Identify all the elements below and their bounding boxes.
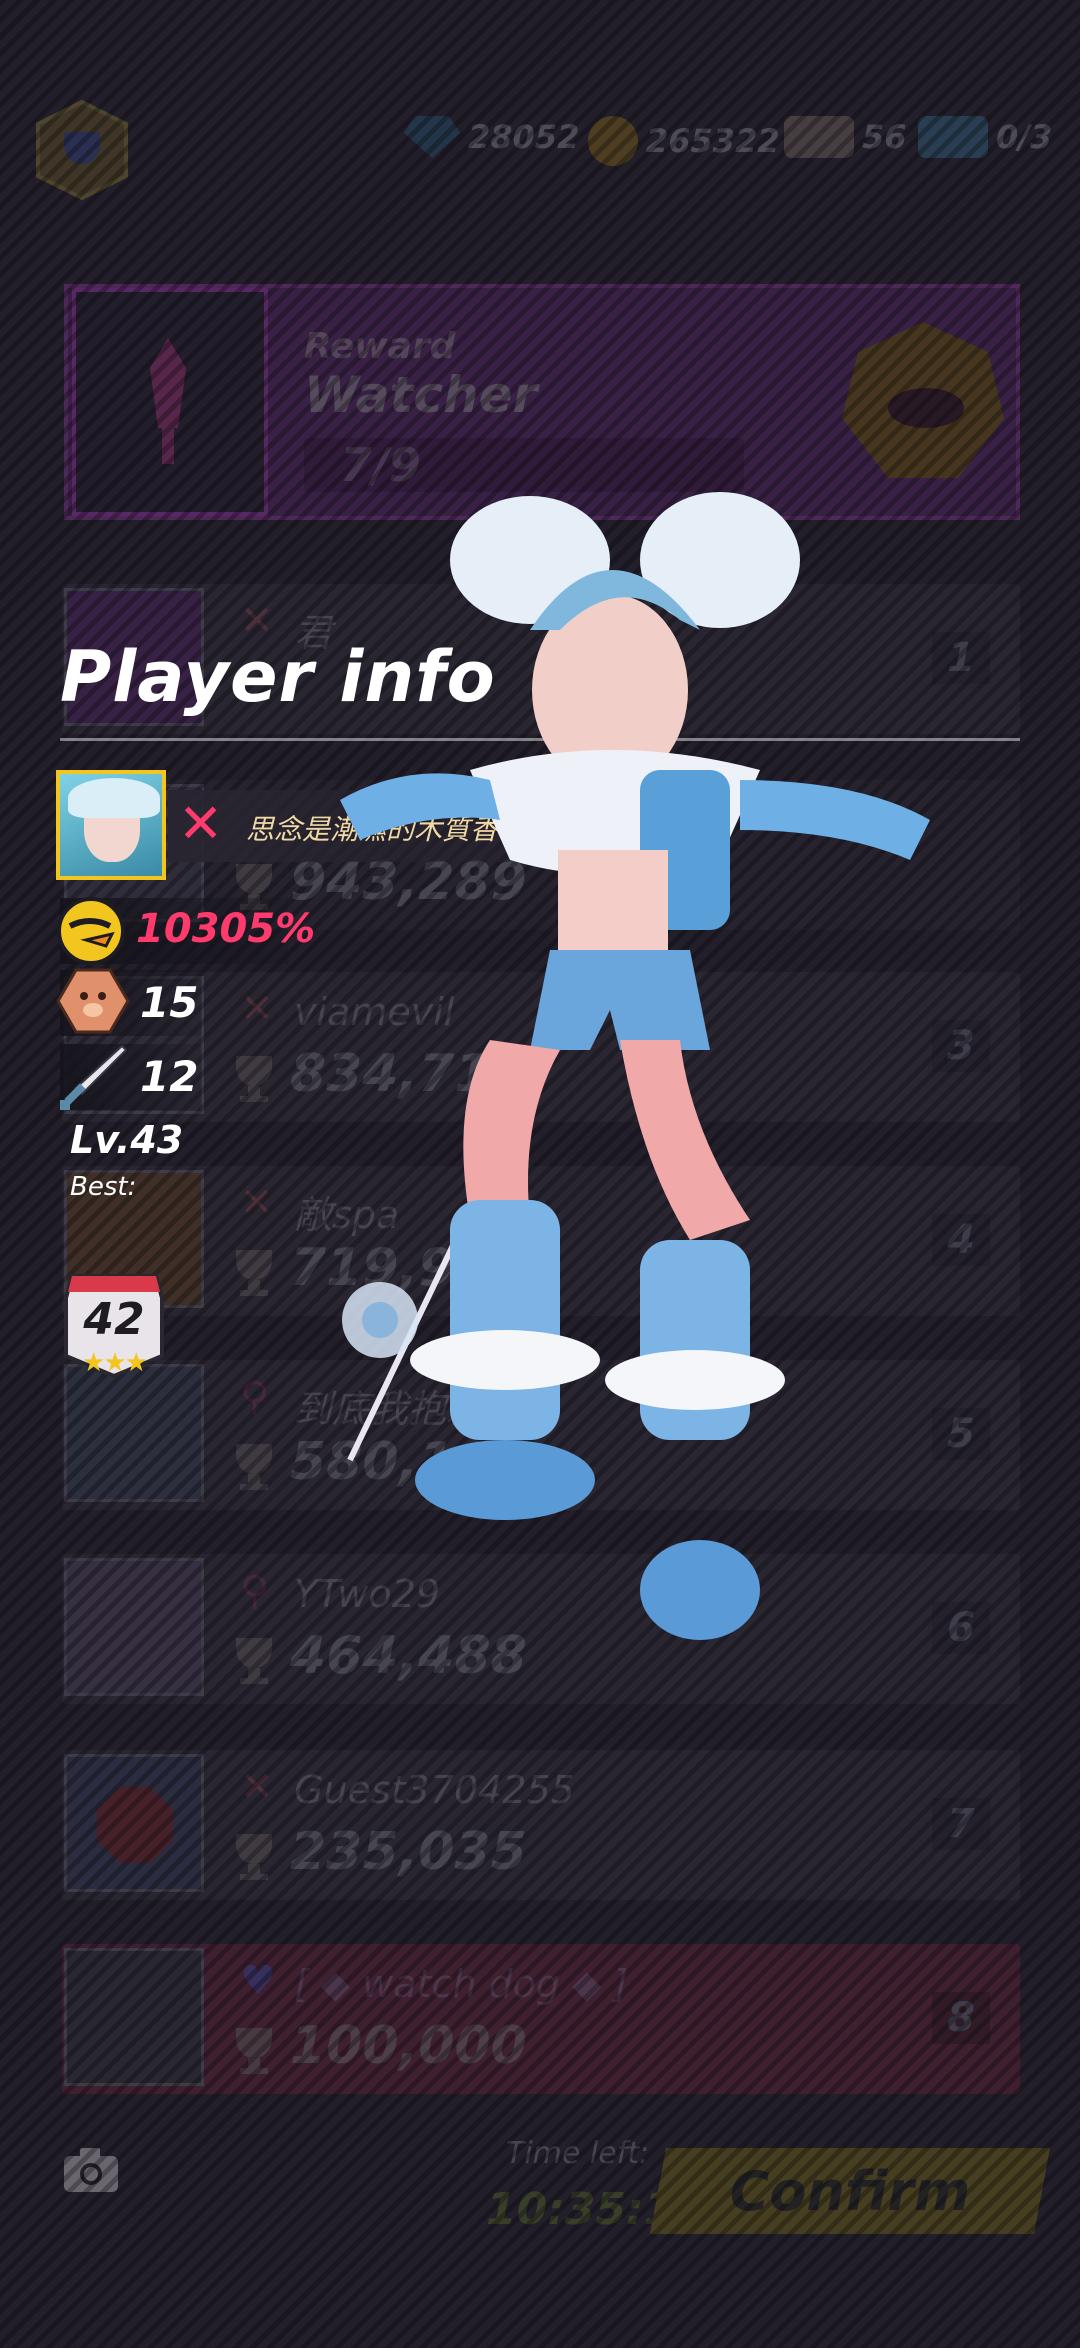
avatar xyxy=(64,1948,204,2086)
leaderboard-row-self[interactable]: ♥ [ ◆ watch dog ◆ ] 100,000 8 xyxy=(62,1944,1020,2094)
row-rank: 7 xyxy=(932,1798,990,1850)
gem-icon xyxy=(404,116,460,158)
stat-two-value: 12 xyxy=(140,1052,199,1101)
player-level: Lv.43 xyxy=(70,1118,184,1162)
stop-sign-icon xyxy=(97,1787,173,1863)
best-rank-badge[interactable]: 42 ★★★ xyxy=(62,1272,166,1384)
trophy-icon xyxy=(232,1246,276,1298)
avatar xyxy=(64,1754,204,1892)
card-icon xyxy=(918,116,988,158)
character-model xyxy=(340,480,1080,1700)
confirm-label: Confirm xyxy=(729,2160,971,2223)
trophy-icon xyxy=(232,1440,276,1492)
star-rating-icon: ★★★ xyxy=(82,1348,148,1378)
trophy-badge-icon[interactable] xyxy=(30,98,134,202)
row-score: 235,035 xyxy=(290,1822,527,1882)
trophy-icon xyxy=(232,1634,276,1686)
best-label: Best: xyxy=(70,1172,137,1202)
camera-icon[interactable] xyxy=(62,2146,120,2194)
row-name: [ ◆ watch dog ◆ ] xyxy=(294,1962,629,2006)
x-mark-icon: ✕ xyxy=(178,792,224,855)
reward-name: Watcher xyxy=(304,366,538,424)
time-left-label: Time left: xyxy=(506,2136,650,2171)
tickets-counter: 56 xyxy=(784,116,907,158)
reward-label: Reward xyxy=(304,326,456,367)
row-name: Guest3704255 xyxy=(294,1768,575,1812)
ticket-icon xyxy=(784,116,854,158)
coins-counter: 265322 xyxy=(588,116,780,166)
tickets-value: 56 xyxy=(862,118,907,156)
pin-icon: ⚲ xyxy=(240,1568,270,1614)
coins-value: 265322 xyxy=(646,122,780,160)
x-icon: ✕ xyxy=(240,1180,274,1226)
cards-counter: 0/3 xyxy=(918,116,1052,158)
x-icon: ✕ xyxy=(240,986,274,1032)
x-icon: ✕ xyxy=(240,1764,274,1810)
sword-stat-icon xyxy=(56,1040,130,1114)
heart-icon: ♥ xyxy=(240,1958,276,2004)
staff-head-icon xyxy=(342,1282,418,1358)
avatar xyxy=(64,1364,204,1502)
cards-value: 0/3 xyxy=(996,118,1053,156)
best-rank-value: 42 xyxy=(83,1294,145,1345)
sword-icon xyxy=(138,338,198,468)
bear-icon xyxy=(56,966,130,1036)
leaderboard-row[interactable]: ✕ Guest3704255 235,035 7 xyxy=(62,1750,1020,1900)
trophy-icon xyxy=(232,1052,276,1104)
avatar xyxy=(64,1558,204,1696)
gems-counter: 28052 xyxy=(404,116,579,158)
trophy-icon xyxy=(232,1830,276,1882)
trophy-icon xyxy=(232,2024,276,2076)
coin-icon xyxy=(588,116,638,166)
duck-emblem-icon xyxy=(56,896,126,966)
gems-value: 28052 xyxy=(468,118,580,156)
win-rate-value: 10305% xyxy=(136,906,316,952)
reward-emblem-icon xyxy=(838,318,1008,488)
avatar-hair-icon xyxy=(68,778,160,818)
player-avatar[interactable] xyxy=(56,770,166,880)
confirm-button[interactable]: Confirm xyxy=(650,2148,1050,2234)
pin-icon: ⚲ xyxy=(240,1374,270,1420)
stat-one-value: 15 xyxy=(140,978,199,1027)
row-rank: 8 xyxy=(932,1992,990,2044)
row-score: 100,000 xyxy=(290,2016,527,2076)
